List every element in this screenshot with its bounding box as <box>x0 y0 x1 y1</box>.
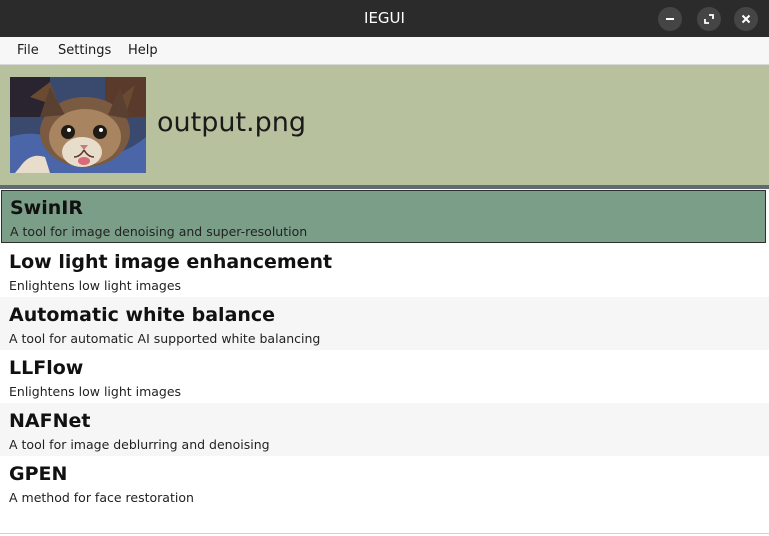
tool-description: Enlightens low light images <box>9 278 182 293</box>
tool-description: A tool for automatic AI supported white … <box>9 331 321 346</box>
tool-item-nafnet[interactable]: NAFNet A tool for image deblurring and d… <box>0 403 769 456</box>
image-thumbnail[interactable] <box>10 77 146 173</box>
minimize-icon <box>666 18 674 20</box>
tool-list: SwinIR A tool for image denoising and su… <box>0 189 769 536</box>
title-bar[interactable]: IEGUI <box>0 0 769 37</box>
menu-settings[interactable]: Settings <box>58 37 111 65</box>
tool-description: A tool for image deblurring and denoisin… <box>9 437 270 452</box>
tool-name: LLFlow <box>9 357 84 379</box>
tool-item-gpen[interactable]: GPEN A method for face restoration <box>0 456 769 509</box>
image-header: output.png <box>0 65 769 185</box>
tool-item-automatic-white-balance[interactable]: Automatic white balance A tool for autom… <box>0 297 769 350</box>
tool-name: Low light image enhancement <box>9 251 333 273</box>
app-window: IEGUI File Settings Help output.png Swin… <box>0 0 769 536</box>
tool-item-low-light-enhancement[interactable]: Low light image enhancement Enlightens l… <box>0 244 769 297</box>
output-filename: output.png <box>157 107 307 138</box>
close-icon <box>741 14 751 24</box>
tool-name: SwinIR <box>10 197 83 219</box>
tool-name: GPEN <box>9 463 68 485</box>
tool-description: A tool for image denoising and super-res… <box>10 224 308 239</box>
maximize-button[interactable] <box>697 7 721 31</box>
menu-file[interactable]: File <box>17 37 39 65</box>
tool-item-swinir[interactable]: SwinIR A tool for image denoising and su… <box>1 190 766 243</box>
menu-bar: File Settings Help <box>0 37 769 65</box>
tool-description: Enlightens low light images <box>9 384 182 399</box>
menu-help[interactable]: Help <box>128 37 158 65</box>
tool-description: A method for face restoration <box>9 490 194 505</box>
tool-item-llflow[interactable]: LLFlow Enlightens low light images <box>0 350 769 403</box>
close-button[interactable] <box>734 7 758 31</box>
kitten-image <box>10 77 146 173</box>
window-title: IEGUI <box>364 9 405 27</box>
tool-name: NAFNet <box>9 410 91 432</box>
bottom-border <box>0 533 769 534</box>
tool-name: Automatic white balance <box>9 304 276 326</box>
maximize-icon <box>704 14 714 24</box>
minimize-button[interactable] <box>658 7 682 31</box>
